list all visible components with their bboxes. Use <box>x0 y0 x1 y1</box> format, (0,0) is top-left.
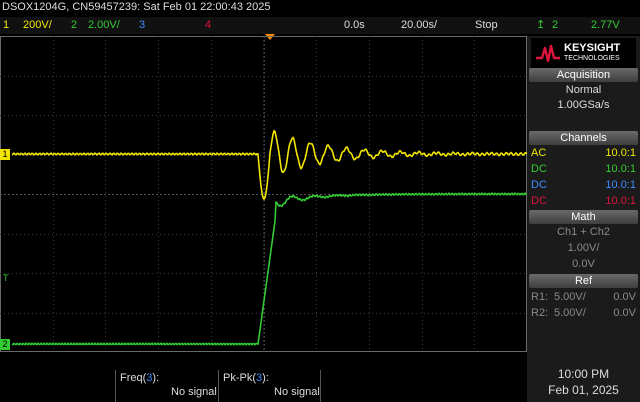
ch3-coupling: DC <box>531 179 547 191</box>
keysight-logo: KEYSIGHT TECHNOLOGIES <box>531 38 636 68</box>
acquisition-rate: 1.00GSa/s <box>557 99 610 111</box>
brand-name: KEYSIGHT <box>564 42 621 54</box>
waveform-display[interactable] <box>0 36 527 352</box>
ch4-probe: 10.0:1 <box>605 195 636 207</box>
clock-time: 10:00 PM <box>557 367 610 381</box>
ch1-ground-marker[interactable]: 1 <box>0 149 10 160</box>
ch1-coupling: AC <box>531 147 547 159</box>
title-bar: DSOX1204G, CN59457239: Sat Feb 01 22:00:… <box>0 0 640 16</box>
ref2-label: R2: <box>531 307 549 319</box>
ch2-number[interactable]: 2 <box>71 19 77 31</box>
ch2-ground-marker[interactable]: 2 <box>0 339 10 350</box>
ch3-number[interactable]: 3 <box>139 19 145 31</box>
ch1-ground-label: 1 <box>2 149 8 159</box>
channel-row-3[interactable]: DC 10.0:1 <box>527 178 640 194</box>
channel-rows: AC 10.0:1 DC 10.0:1 DC 10.0:1 DC 10.0:1 <box>527 146 640 210</box>
ch1-probe: 10.0:1 <box>605 147 636 159</box>
pkpk-value: No signal <box>274 386 320 398</box>
measurement-freq[interactable]: Freq(3): No signal <box>116 370 218 402</box>
measurement-divider-right <box>320 370 321 402</box>
channels-header[interactable]: Channels <box>529 131 638 145</box>
trigger-edge-icon: ↥ <box>536 19 546 31</box>
ch4-coupling: DC <box>531 195 547 207</box>
ch2-coupling: DC <box>531 163 547 175</box>
trigger-level[interactable]: 2.77V <box>591 19 620 31</box>
math-header[interactable]: Math <box>529 210 638 224</box>
ch1-waveform <box>11 129 527 201</box>
acquisition-mode: Normal <box>565 84 602 96</box>
ref-header[interactable]: Ref <box>529 274 638 288</box>
ch1-scale[interactable]: 200V/ <box>23 19 52 31</box>
trigger-level-marker[interactable]: T <box>3 273 9 283</box>
math-offset: 0.0V <box>572 258 595 270</box>
channel-row-1[interactable]: AC 10.0:1 <box>527 146 640 162</box>
ch2-probe: 10.0:1 <box>605 163 636 175</box>
time-scale[interactable]: 20.00s/ <box>401 19 437 31</box>
trigger-level-label: T <box>3 273 9 283</box>
ch2-ground-label: 2 <box>2 339 8 349</box>
device-info: DSOX1204G, CN59457239: Sat Feb 01 22:00:… <box>2 1 271 13</box>
pkpk-label: Pk-Pk(3): <box>223 372 269 384</box>
graticule <box>0 36 527 352</box>
ref1-label: R1: <box>531 291 549 303</box>
channel-row-4[interactable]: DC 10.0:1 <box>527 194 640 210</box>
time-delay[interactable]: 0.0s <box>344 19 365 31</box>
run-state[interactable]: Stop <box>475 19 498 31</box>
channel-bar: 1 200V/ 2 2.00V/ 3 4 0.0s 20.00s/ Stop ↥… <box>0 17 640 34</box>
ref2-offset: 0.0V <box>613 307 636 319</box>
clock-date: Feb 01, 2025 <box>548 383 619 397</box>
ref1-scale: 5.00V/ <box>554 291 586 303</box>
math-function: Ch1 + Ch2 <box>557 226 610 238</box>
freq-value: No signal <box>171 386 217 398</box>
ch3-probe: 10.0:1 <box>605 179 636 191</box>
side-panel: KEYSIGHT TECHNOLOGIES Acquisition Normal… <box>527 36 640 402</box>
ch2-waveform <box>11 192 527 346</box>
acquisition-header[interactable]: Acquisition <box>529 68 638 82</box>
math-scale: 1.00V/ <box>567 242 600 254</box>
ref2-scale: 5.00V/ <box>554 307 586 319</box>
ch2-scale[interactable]: 2.00V/ <box>88 19 120 31</box>
measurement-pkpk[interactable]: Pk-Pk(3): No signal <box>219 370 320 402</box>
ch1-number[interactable]: 1 <box>3 19 9 31</box>
ch4-number[interactable]: 4 <box>205 19 211 31</box>
channel-row-2[interactable]: DC 10.0:1 <box>527 162 640 178</box>
keysight-wave-icon <box>536 44 560 62</box>
freq-label: Freq(3): <box>120 372 160 384</box>
measurement-bar: Freq(3): No signal Pk-Pk(3): No signal <box>0 370 527 402</box>
trigger-channel[interactable]: 2 <box>552 19 558 31</box>
ref1-offset: 0.0V <box>613 291 636 303</box>
brand-sub: TECHNOLOGIES <box>564 55 620 62</box>
